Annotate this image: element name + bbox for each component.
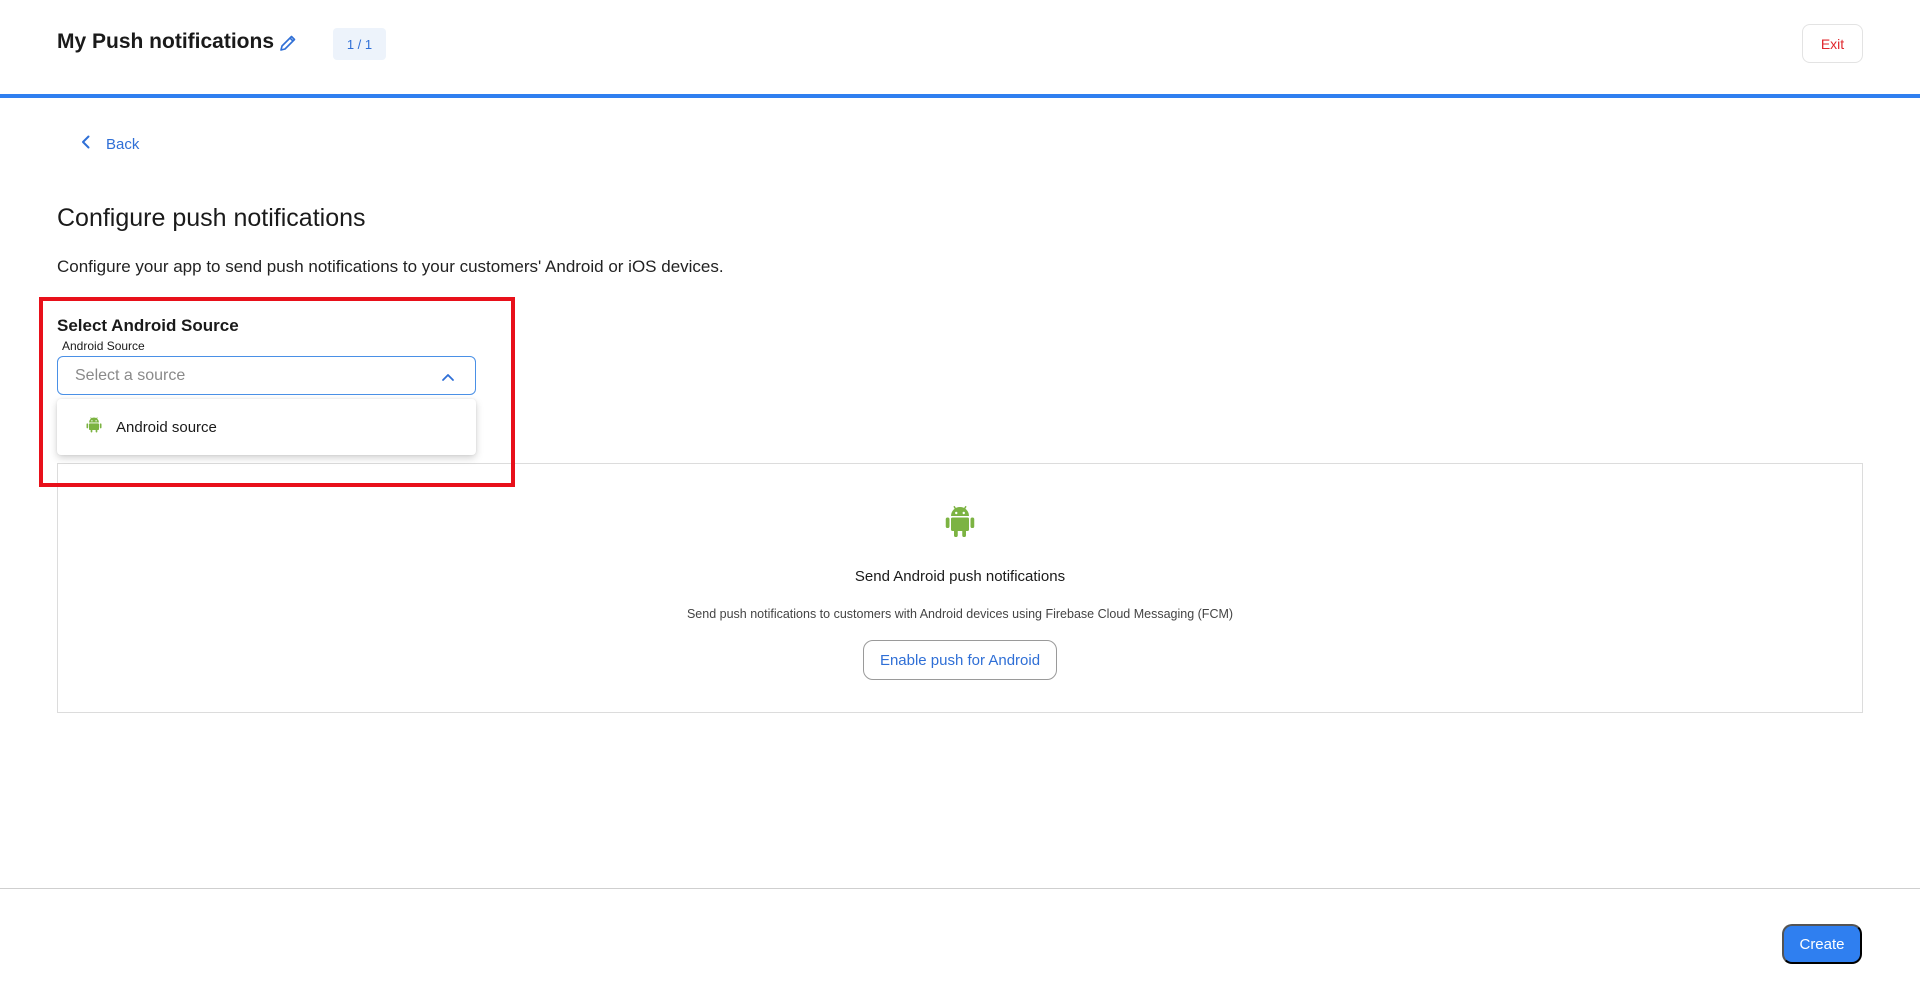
back-link-label: Back <box>106 135 140 153</box>
android-source-select[interactable]: Select a source <box>57 356 476 395</box>
android-icon <box>942 502 978 542</box>
pencil-icon[interactable] <box>278 33 298 53</box>
top-header: My Push notifications 1 / 1 Exit <box>0 0 1920 98</box>
step-counter-badge: 1 / 1 <box>333 28 386 60</box>
enable-push-android-button[interactable]: Enable push for Android <box>863 640 1057 680</box>
card-title: Send Android push notifications <box>854 568 1066 585</box>
card-description: Send push notifications to customers wit… <box>686 607 1234 621</box>
android-push-card: Send Android push notifications Send pus… <box>57 463 1863 713</box>
chevron-up-icon <box>441 370 455 384</box>
android-icon <box>84 415 104 440</box>
select-placeholder: Select a source <box>75 366 186 384</box>
page-header-title: My Push notifications <box>57 30 275 53</box>
page-title: Configure push notifications <box>57 204 366 232</box>
android-source-label: Android Source <box>62 339 145 353</box>
dropdown-item-label: Android source <box>116 418 217 436</box>
exit-button[interactable]: Exit <box>1802 24 1863 63</box>
page-description: Configure your app to send push notifica… <box>57 257 724 276</box>
source-dropdown-option[interactable]: Android source <box>57 399 476 455</box>
create-button[interactable]: Create <box>1782 924 1862 964</box>
back-link[interactable]: Back <box>78 134 139 154</box>
select-source-heading: Select Android Source <box>57 316 239 335</box>
chevron-left-icon <box>78 134 94 154</box>
footer-bar: Create <box>0 888 1920 987</box>
